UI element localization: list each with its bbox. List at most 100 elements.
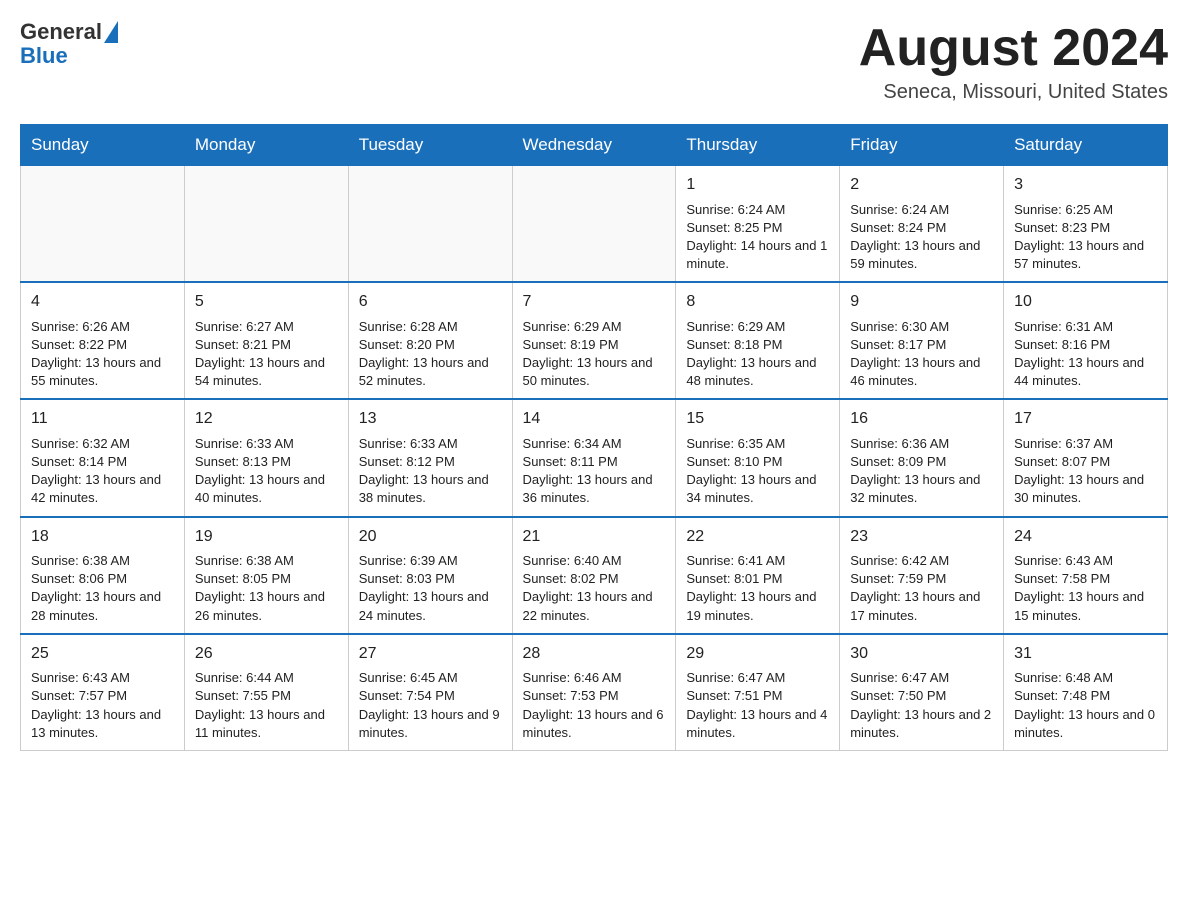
day-info-line: Sunrise: 6:24 AM [686, 201, 829, 219]
day-info-line: Daylight: 13 hours and 6 minutes. [523, 706, 666, 742]
day-info-line: Sunset: 8:22 PM [31, 336, 174, 354]
day-info-line: Sunset: 8:21 PM [195, 336, 338, 354]
day-info-line: Sunset: 8:05 PM [195, 570, 338, 588]
day-info-line: Sunset: 8:11 PM [523, 453, 666, 471]
calendar-cell: 4Sunrise: 6:26 AMSunset: 8:22 PMDaylight… [21, 282, 185, 399]
day-info-line: Sunrise: 6:34 AM [523, 435, 666, 453]
calendar-header-row: SundayMondayTuesdayWednesdayThursdayFrid… [21, 125, 1168, 166]
calendar-cell [21, 166, 185, 283]
calendar-cell: 15Sunrise: 6:35 AMSunset: 8:10 PMDayligh… [676, 399, 840, 516]
day-info-line: Sunrise: 6:30 AM [850, 318, 993, 336]
day-info-line: Sunset: 7:57 PM [31, 687, 174, 705]
day-number: 29 [686, 643, 829, 665]
day-info-line: Daylight: 13 hours and 40 minutes. [195, 471, 338, 507]
day-number: 10 [1014, 291, 1157, 313]
calendar-cell: 5Sunrise: 6:27 AMSunset: 8:21 PMDaylight… [184, 282, 348, 399]
day-info-line: Daylight: 13 hours and 19 minutes. [686, 588, 829, 624]
day-info-line: Daylight: 13 hours and 2 minutes. [850, 706, 993, 742]
day-info-line: Daylight: 13 hours and 13 minutes. [31, 706, 174, 742]
calendar-week-row: 25Sunrise: 6:43 AMSunset: 7:57 PMDayligh… [21, 634, 1168, 751]
day-info-line: Daylight: 13 hours and 52 minutes. [359, 354, 502, 390]
calendar-cell: 23 Sunrise: 6:42 AMSunset: 7:59 PMDayligh… [840, 517, 1004, 634]
day-number: 14 [523, 408, 666, 430]
day-info-line: Sunrise: 6:46 AM [523, 669, 666, 687]
day-info-line: Sunrise: 6:38 AM [31, 552, 174, 570]
day-info-line: Daylight: 13 hours and 0 minutes. [1014, 706, 1157, 742]
day-info-line: Sunset: 8:07 PM [1014, 453, 1157, 471]
day-number: 18 [31, 526, 174, 548]
calendar-cell: 27Sunrise: 6:45 AMSunset: 7:54 PMDayligh… [348, 634, 512, 751]
day-info-line: Daylight: 13 hours and 30 minutes. [1014, 471, 1157, 507]
calendar-cell [184, 166, 348, 283]
day-info-line: Sunrise: 6:33 AM [359, 435, 502, 453]
calendar-cell: 12Sunrise: 6:33 AMSunset: 8:13 PMDayligh… [184, 399, 348, 516]
calendar-cell: 31Sunrise: 6:48 AMSunset: 7:48 PMDayligh… [1004, 634, 1168, 751]
day-info-line: Daylight: 13 hours and 46 minutes. [850, 354, 993, 390]
calendar-cell: 6Sunrise: 6:28 AMSunset: 8:20 PMDaylight… [348, 282, 512, 399]
calendar-cell: 25Sunrise: 6:43 AMSunset: 7:57 PMDayligh… [21, 634, 185, 751]
day-info-line: Daylight: 13 hours and 17 minutes. [850, 588, 993, 624]
day-info-line: Sunset: 8:09 PM [850, 453, 993, 471]
calendar-cell: 11Sunrise: 6:32 AMSunset: 8:14 PMDayligh… [21, 399, 185, 516]
day-number: 24 [1014, 526, 1157, 548]
day-info-line: Sunrise: 6:35 AM [686, 435, 829, 453]
day-info-line: Sunrise: 6:26 AM [31, 318, 174, 336]
day-number: 1 [686, 174, 829, 196]
calendar-cell: 16Sunrise: 6:36 AMSunset: 8:09 PMDayligh… [840, 399, 1004, 516]
calendar-cell: 30Sunrise: 6:47 AMSunset: 7:50 PMDayligh… [840, 634, 1004, 751]
day-info-line: Daylight: 13 hours and 42 minutes. [31, 471, 174, 507]
day-number: 7 [523, 291, 666, 313]
day-info-line: Sunset: 8:24 PM [850, 219, 993, 237]
day-number: 5 [195, 291, 338, 313]
day-info-line: Sunset: 7:59 PM [850, 570, 993, 588]
day-number: 27 [359, 643, 502, 665]
day-number: 23 [850, 526, 993, 548]
day-info-line: Sunset: 8:12 PM [359, 453, 502, 471]
day-info-line: Sunset: 8:10 PM [686, 453, 829, 471]
column-header-monday: Monday [184, 125, 348, 166]
column-header-friday: Friday [840, 125, 1004, 166]
day-info-line: Daylight: 13 hours and 36 minutes. [523, 471, 666, 507]
day-number: 28 [523, 643, 666, 665]
column-header-tuesday: Tuesday [348, 125, 512, 166]
day-info-line: Daylight: 13 hours and 57 minutes. [1014, 237, 1157, 273]
day-info-line: Sunset: 8:16 PM [1014, 336, 1157, 354]
day-info-line: Sunset: 8:23 PM [1014, 219, 1157, 237]
day-info-line: Daylight: 13 hours and 44 minutes. [1014, 354, 1157, 390]
day-info-line: Sunset: 8:18 PM [686, 336, 829, 354]
calendar-week-row: 11Sunrise: 6:32 AMSunset: 8:14 PMDayligh… [21, 399, 1168, 516]
day-info-line: Sunset: 8:19 PM [523, 336, 666, 354]
day-info-line: Sunrise: 6:28 AM [359, 318, 502, 336]
day-info-line: Daylight: 13 hours and 9 minutes. [359, 706, 502, 742]
calendar-cell [512, 166, 676, 283]
day-number: 20 [359, 526, 502, 548]
day-info-line: Sunrise: 6:38 AM [195, 552, 338, 570]
calendar-cell: 19Sunrise: 6:38 AMSunset: 8:05 PMDayligh… [184, 517, 348, 634]
page-header: General Blue August 2024 Seneca, Missour… [20, 20, 1168, 104]
day-number: 6 [359, 291, 502, 313]
day-info-line: Sunset: 7:53 PM [523, 687, 666, 705]
calendar-cell [348, 166, 512, 283]
day-info-line: Daylight: 13 hours and 11 minutes. [195, 706, 338, 742]
day-info-line: Sunset: 7:55 PM [195, 687, 338, 705]
calendar-week-row: 1Sunrise: 6:24 AMSunset: 8:25 PMDaylight… [21, 166, 1168, 283]
day-info-line: Sunrise: 6:40 AM [523, 552, 666, 570]
calendar-cell: 21Sunrise: 6:40 AMSunset: 8:02 PMDayligh… [512, 517, 676, 634]
day-info-line: Sunset: 7:54 PM [359, 687, 502, 705]
calendar-cell: 9Sunrise: 6:30 AMSunset: 8:17 PMDaylight… [840, 282, 1004, 399]
calendar-cell: 13Sunrise: 6:33 AMSunset: 8:12 PMDayligh… [348, 399, 512, 516]
logo: General Blue [20, 20, 118, 68]
day-number: 8 [686, 291, 829, 313]
day-info-line: Sunset: 8:03 PM [359, 570, 502, 588]
day-number: 25 [31, 643, 174, 665]
day-info-line: Sunrise: 6:42 AM [850, 552, 993, 570]
day-info-line: Daylight: 13 hours and 28 minutes. [31, 588, 174, 624]
day-info-line: Sunrise: 6:29 AM [686, 318, 829, 336]
day-info-line: Daylight: 13 hours and 48 minutes. [686, 354, 829, 390]
day-info-line: Sunrise: 6:47 AM [850, 669, 993, 687]
day-info-line: Daylight: 13 hours and 26 minutes. [195, 588, 338, 624]
calendar-cell: 26Sunrise: 6:44 AMSunset: 7:55 PMDayligh… [184, 634, 348, 751]
day-info-line: Sunrise: 6:27 AM [195, 318, 338, 336]
day-info-line: Sunrise: 6:39 AM [359, 552, 502, 570]
column-header-sunday: Sunday [21, 125, 185, 166]
